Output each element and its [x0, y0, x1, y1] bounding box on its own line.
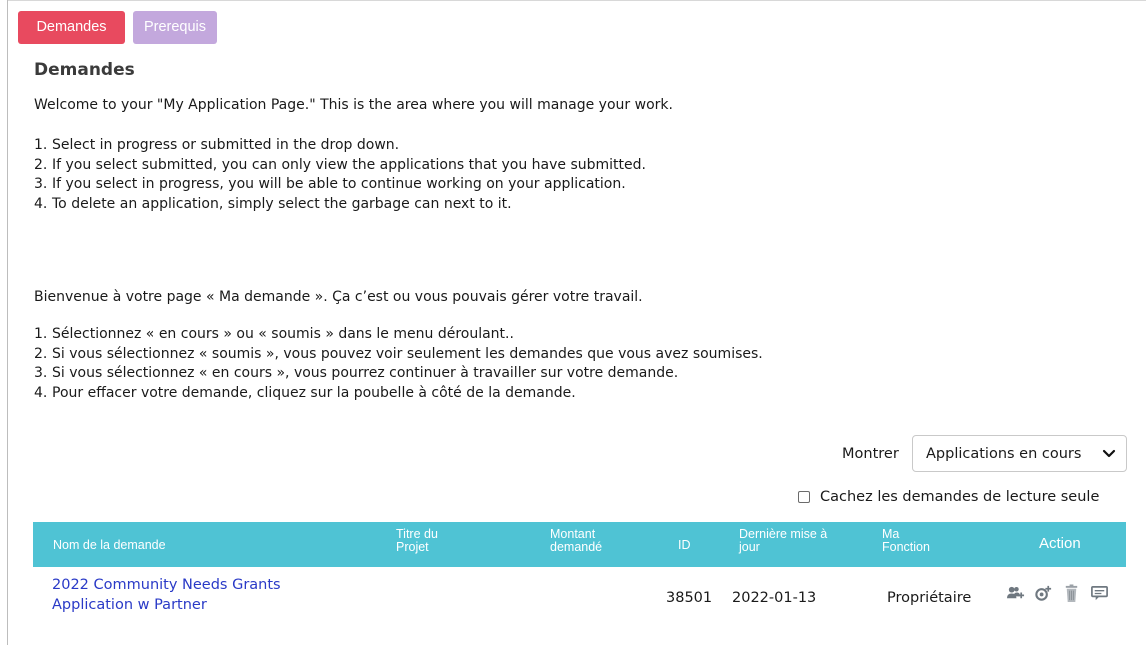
- add-users-icon[interactable]: [1006, 584, 1025, 603]
- intro-french: Bienvenue à votre page « Ma demande ». Ç…: [34, 289, 643, 305]
- frame-left-border: [7, 0, 8, 645]
- list-item: 3. If you select in progress, you will be…: [34, 176, 626, 192]
- list-item-text: If you select in progress, you will be a…: [52, 176, 626, 192]
- list-item: 2. Si vous sélectionnez « soumis », vous …: [34, 345, 763, 362]
- trash-icon[interactable]: [1062, 584, 1081, 603]
- list-item: 1. Select in progress or submitted in the…: [34, 137, 400, 153]
- column-header-text: Montant: [550, 527, 596, 541]
- column-header-text: Titre du: [396, 527, 438, 541]
- comment-icon[interactable]: [1090, 584, 1109, 603]
- list-item: 4. To delete an application, simply selec…: [34, 195, 512, 212]
- add-link-icon[interactable]: [1034, 584, 1053, 603]
- frame-top-border: [7, 0, 1146, 1]
- list-item: 3. Si vous sélectionnez « en cours », vou…: [34, 365, 679, 381]
- column-header-text: jour: [739, 540, 760, 554]
- column-header-text: Projet: [396, 540, 429, 554]
- column-header-text: Action: [1039, 535, 1081, 552]
- column-header-text: demandé: [550, 540, 603, 554]
- cell-last-updated: 2022-01-13: [732, 590, 817, 606]
- hide-readonly-row: Cachez les demandes de lecture seule: [798, 489, 1099, 505]
- column-header-text: Ma: [882, 527, 900, 541]
- list-item-text: Sélectionnez « en cours » ou « soumis » …: [52, 326, 514, 342]
- column-header-id[interactable]: ID: [678, 539, 691, 552]
- column-header-updated[interactable]: Dernière mise à jour: [739, 528, 827, 554]
- list-item-text: Pour effacer votre demande, cliquez sur …: [52, 384, 576, 401]
- cell-id: 38501: [666, 590, 713, 606]
- row-actions: [1006, 584, 1109, 603]
- list-item-text: Si vous sélectionnez « soumis », vous po…: [52, 345, 763, 362]
- chevron-down-icon: [1102, 449, 1116, 458]
- steps-english: 1. Select in progress or submitted in the…: [34, 136, 646, 214]
- column-header-text: ID: [678, 538, 691, 552]
- status-select-value: Applications en cours: [926, 445, 1082, 462]
- list-item: 4. Pour effacer votre demande, cliquez su…: [34, 384, 576, 401]
- tab-bar: Demandes Prerequis: [18, 11, 217, 44]
- page-title: Demandes: [34, 60, 135, 80]
- column-header-amount[interactable]: Montant demandé: [550, 528, 602, 554]
- column-header-name[interactable]: Nom de la demande: [53, 539, 166, 552]
- table-header: Nom de la demande Titre du Projet Montant…: [33, 522, 1126, 567]
- column-header-text: Fonction: [882, 540, 930, 554]
- show-label: Montrer: [842, 446, 899, 462]
- column-header-text: Nom de la demande: [53, 538, 166, 552]
- cell-role: Propriétaire: [887, 590, 972, 606]
- status-select[interactable]: Applications en cours: [912, 435, 1127, 472]
- steps-french: 1. Sélectionnez « en cours » ou « soumis …: [34, 325, 763, 403]
- list-item-text: Si vous sélectionnez « en cours », vous …: [52, 365, 679, 381]
- list-item: 2. If you select submitted, you can only …: [34, 156, 646, 173]
- column-header-text: Dernière mise à: [739, 527, 828, 541]
- tab-prerequis[interactable]: Prerequis: [133, 11, 217, 44]
- column-header-role[interactable]: Ma Fonction: [882, 528, 930, 554]
- intro-english: Welcome to your "My Application Page." T…: [34, 97, 673, 113]
- tab-demandes[interactable]: Demandes: [18, 11, 125, 44]
- hide-readonly-checkbox[interactable]: [798, 491, 810, 503]
- table-row: 2022 Community Needs Grants Application …: [33, 567, 1126, 627]
- list-item: 1. Sélectionnez « en cours » ou « soumis …: [34, 326, 514, 342]
- application-name-line1: 2022 Community Needs Grants: [52, 577, 281, 593]
- column-header-action: Action: [1039, 535, 1081, 552]
- list-item-text: Select in progress or submitted in the d…: [52, 137, 400, 153]
- application-name-link[interactable]: 2022 Community Needs Grants Application …: [52, 575, 281, 615]
- hide-readonly-label: Cachez les demandes de lecture seule: [820, 489, 1100, 505]
- column-header-project[interactable]: Titre du Projet: [396, 528, 438, 554]
- list-item-text: If you select submitted, you can only vi…: [52, 156, 646, 173]
- application-name-line2: Application w Partner: [52, 597, 207, 613]
- list-item-text: To delete an application, simply select …: [52, 195, 512, 212]
